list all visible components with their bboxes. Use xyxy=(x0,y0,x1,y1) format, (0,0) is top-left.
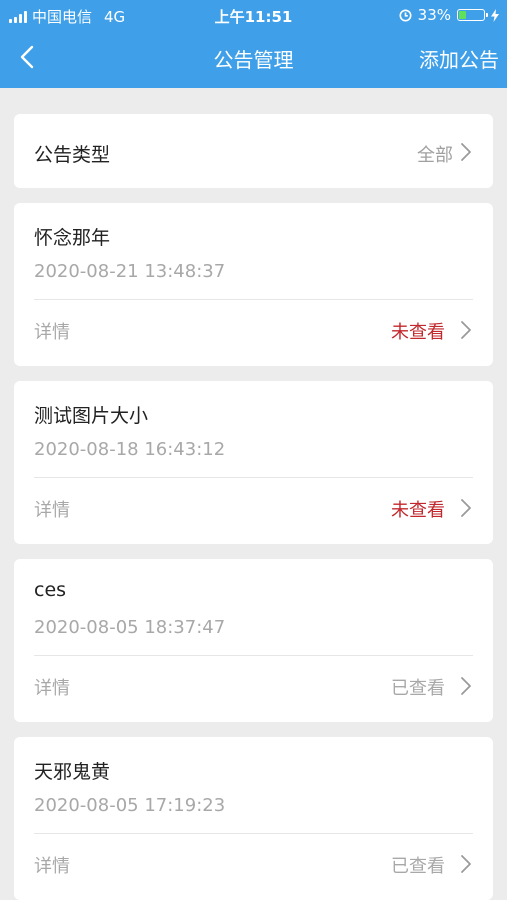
navigation-bar: 公告管理 添加公告 xyxy=(0,30,507,86)
filter-value: 全部 xyxy=(417,145,453,166)
app-header: 中国电信 4G 上午11:51 33% 公告管理 添加公告 xyxy=(0,0,507,88)
status-right: 33% xyxy=(399,6,499,24)
announcement-title: 天邪鬼黄 xyxy=(34,761,111,783)
status-bar: 中国电信 4G 上午11:51 33% xyxy=(0,0,507,30)
announcement-title: ces xyxy=(34,579,67,601)
battery-percent: 33% xyxy=(417,6,451,24)
view-status[interactable]: 已查看 xyxy=(391,852,445,878)
battery-level xyxy=(459,11,466,19)
chevron-right-icon xyxy=(461,499,471,517)
view-status[interactable]: 未查看 xyxy=(391,496,445,522)
announcement-title: 测试图片大小 xyxy=(34,405,149,427)
announcement-card[interactable]: 测试图片大小 2020-08-18 16:43:12 详情 未查看 xyxy=(14,381,493,544)
announcement-card[interactable]: ces 2020-08-05 18:37:47 详情 已查看 xyxy=(14,559,493,722)
chevron-right-icon xyxy=(461,143,471,161)
chevron-right-icon xyxy=(461,677,471,695)
divider xyxy=(34,655,473,656)
announcement-date: 2020-08-18 16:43:12 xyxy=(34,439,226,460)
announcement-date: 2020-08-05 17:19:23 xyxy=(34,795,226,816)
view-status[interactable]: 已查看 xyxy=(391,674,445,700)
divider xyxy=(34,477,473,478)
divider xyxy=(34,833,473,834)
announcement-type-filter[interactable]: 公告类型 全部 xyxy=(14,114,493,188)
divider xyxy=(34,299,473,300)
filter-label: 公告类型 xyxy=(34,144,111,166)
view-status[interactable]: 未查看 xyxy=(391,318,445,344)
battery-icon xyxy=(457,9,488,21)
announcement-card[interactable]: 怀念那年 2020-08-21 13:48:37 详情 未查看 xyxy=(14,203,493,366)
chevron-right-icon xyxy=(461,855,471,873)
announcement-date: 2020-08-21 13:48:37 xyxy=(34,261,226,282)
detail-link[interactable]: 详情 xyxy=(34,674,70,700)
detail-link[interactable]: 详情 xyxy=(34,318,70,344)
detail-link[interactable]: 详情 xyxy=(34,496,70,522)
lightning-icon xyxy=(491,8,499,22)
chevron-right-icon xyxy=(461,321,471,339)
add-announcement-button[interactable]: 添加公告 xyxy=(419,44,499,73)
alarm-lock-icon xyxy=(399,9,412,21)
detail-link[interactable]: 详情 xyxy=(34,852,70,878)
announcement-card[interactable]: 天邪鬼黄 2020-08-05 17:19:23 详情 已查看 xyxy=(14,737,493,900)
announcement-title: 怀念那年 xyxy=(34,227,111,249)
announcement-date: 2020-08-05 18:37:47 xyxy=(34,617,226,638)
